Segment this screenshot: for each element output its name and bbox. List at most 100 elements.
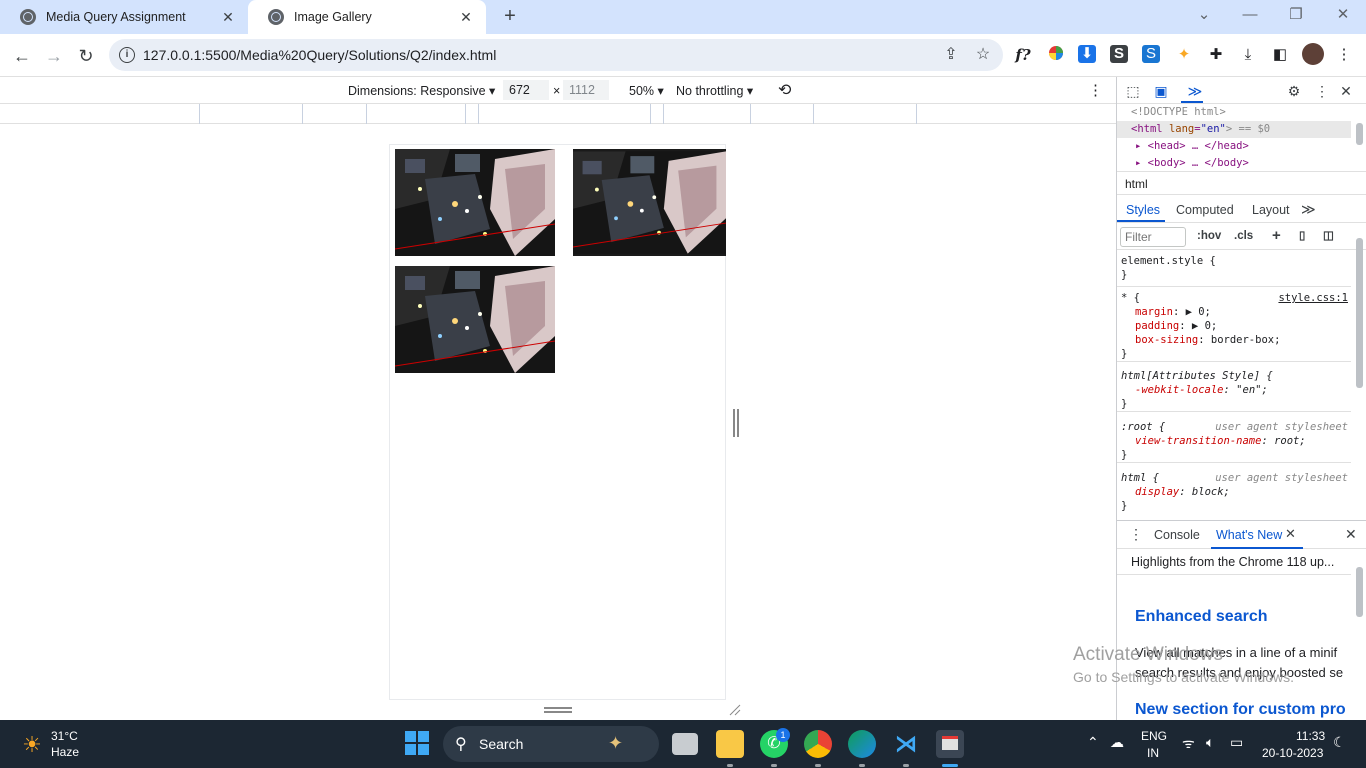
settings-gear-icon[interactable]: ⚙ [1284,81,1304,101]
rotate-icon[interactable]: ⟲ [778,80,791,100]
rule-universal[interactable]: * { style.css:1 margin: ▶ 0; padding: ▶ … [1117,288,1351,362]
taskbar-search[interactable]: ⚲ Search ✦ [443,726,659,762]
s-extension-icon[interactable]: S [1110,45,1128,63]
val-locale[interactable]: "en"; [1236,384,1268,396]
rule-root[interactable]: :root { user agent stylesheet view-trans… [1117,417,1351,463]
body-element-line[interactable]: ▸ <body> … </body> [1117,155,1351,172]
moon-icon[interactable]: ☾ [1333,734,1346,751]
clock-date[interactable]: 20-10-2023 [1262,746,1323,760]
language-in[interactable]: IN [1147,746,1159,760]
paint-icon[interactable]: ▯ [1299,228,1305,242]
tab-console[interactable]: Console [1154,528,1200,542]
back-button[interactable]: ← [8,42,36,70]
weather-haze-icon[interactable]: ☀ [18,731,46,759]
breadcrumb[interactable]: html [1117,171,1366,195]
forward-button[interactable]: → [40,42,68,70]
media-query-ruler[interactable] [0,104,1116,124]
zoom-dropdown[interactable]: 50% ▾ [629,83,664,98]
highlights-item[interactable]: Highlights from the Chrome 118 up... [1117,550,1351,575]
chevron-up-icon[interactable]: ⌃ [1087,734,1099,751]
new-rule-icon[interactable]: + [1272,227,1281,244]
drawer-menu-icon[interactable]: ⋮ [1129,526,1143,543]
prop-padding[interactable]: padding [1135,320,1179,332]
wifi-icon[interactable]: ᯤ [1182,734,1195,753]
prop-view-transition[interactable]: view-transition-name [1135,435,1261,447]
battery-icon[interactable]: ▭ [1230,734,1243,751]
share-icon[interactable]: ⇪ [941,45,961,65]
prop-margin[interactable]: margin [1135,306,1173,318]
corner-resize-handle[interactable] [729,704,741,716]
rule-element-style[interactable]: element.style { } [1117,251,1351,287]
sidepanel-icon[interactable]: ◧ [1270,45,1290,65]
width-input[interactable] [503,80,549,100]
orange-extension-icon[interactable]: ✦ [1174,45,1194,65]
rule-html[interactable]: html { user agent stylesheet display: bl… [1117,468,1351,514]
tab-layout[interactable]: Layout [1252,203,1290,217]
close-devtools-icon[interactable]: ✕ [1336,81,1356,101]
download-icon[interactable]: ⤓ [1238,45,1258,65]
sidebar-toggle-icon[interactable]: ◫ [1323,228,1334,242]
new-tab-button[interactable]: + [498,4,522,28]
doctype-line[interactable]: <!DOCTYPE html> [1117,104,1351,121]
vscode-icon[interactable]: ⋊ [892,730,920,758]
url-text[interactable]: 127.0.0.1:5500/Media%20Query/Solutions/Q… [143,47,496,63]
color-extension-icon[interactable] [1046,45,1066,65]
more-options-icon[interactable]: ⋮ [1088,81,1103,99]
clock-time[interactable]: 11:33 [1296,729,1325,743]
throttle-dropdown[interactable]: No throttling ▾ [676,83,753,98]
html-element-line[interactable]: <html lang="en"> == $0 [1117,121,1351,138]
tab-styles[interactable]: Styles [1126,203,1160,217]
minimize-button[interactable]: — [1227,0,1273,30]
file-explorer-icon[interactable] [716,730,744,758]
prop-display[interactable]: display [1135,486,1179,498]
close-icon[interactable]: ✕ [458,9,474,26]
address-bar[interactable]: i 127.0.0.1:5500/Media%20Query/Solutions… [109,39,1003,71]
source-link[interactable]: style.css:1 [1278,291,1348,305]
tab-computed[interactable]: Computed [1176,203,1234,217]
onedrive-icon[interactable]: ☁ [1110,734,1124,751]
val-margin[interactable]: ▶ 0; [1186,306,1211,318]
download-extension-icon[interactable]: ⬇ [1078,45,1096,63]
more-panels-icon[interactable]: ≫ [1185,81,1205,101]
tab-whats-new[interactable]: What's New [1216,528,1282,542]
height-input[interactable] [563,80,609,100]
s-blue-extension-icon[interactable]: S [1142,45,1160,63]
weather-desc[interactable]: Haze [51,745,79,759]
volume-icon[interactable]: 🔈︎ [1206,734,1214,751]
whats-new-heading[interactable]: New section for custom pro [1135,701,1346,719]
head-element-line[interactable]: ▸ <head> … </head> [1117,138,1351,155]
val-box-sizing[interactable]: border-box; [1211,334,1281,346]
device-toggle-icon[interactable]: ▣ [1151,81,1171,101]
breadcrumb-html[interactable]: html [1125,177,1148,191]
whats-new-heading[interactable]: Enhanced search [1135,608,1268,626]
more-tabs-icon[interactable]: ≫ [1301,201,1316,218]
info-icon[interactable]: i [119,47,135,63]
drawer-scrollbar[interactable] [1353,551,1365,719]
start-windows-icon[interactable] [403,730,431,758]
styles-filter-input[interactable] [1120,227,1186,247]
weather-temp[interactable]: 31°C [51,729,78,743]
cls-toggle[interactable]: .cls [1234,230,1253,242]
fx-extension-icon[interactable]: f? [1013,45,1033,65]
width-resize-handle[interactable] [733,409,739,437]
val-padding[interactable]: ▶ 0; [1192,320,1217,332]
menu-dots-icon[interactable]: ⋮ [1334,45,1354,65]
chrome-icon[interactable] [804,730,832,758]
edge-icon[interactable] [848,730,876,758]
bookmark-star-icon[interactable]: ☆ [973,45,993,65]
devtools-menu-icon[interactable]: ⋮ [1312,81,1332,101]
task-view-icon[interactable] [672,733,698,755]
active-app-icon[interactable] [936,730,964,758]
language-eng[interactable]: ENG [1141,729,1167,743]
close-tab-icon[interactable]: ✕ [1285,526,1296,542]
prop-box-sizing[interactable]: box-sizing [1135,334,1198,346]
tab-media-query-assignment[interactable]: Media Query Assignment ✕ [0,0,248,34]
tab-image-gallery[interactable]: Image Gallery ✕ [248,0,486,34]
tab-search-icon[interactable]: ⌄ [1181,0,1227,30]
hov-toggle[interactable]: :hov [1197,230,1221,242]
close-drawer-icon[interactable]: ✕ [1345,526,1357,543]
reload-button[interactable]: ↻ [72,42,100,70]
dimensions-dropdown[interactable]: Dimensions: Responsive ▾ [348,83,495,98]
val-view-transition[interactable]: root; [1274,435,1306,447]
prop-locale[interactable]: -webkit-locale [1135,384,1224,396]
